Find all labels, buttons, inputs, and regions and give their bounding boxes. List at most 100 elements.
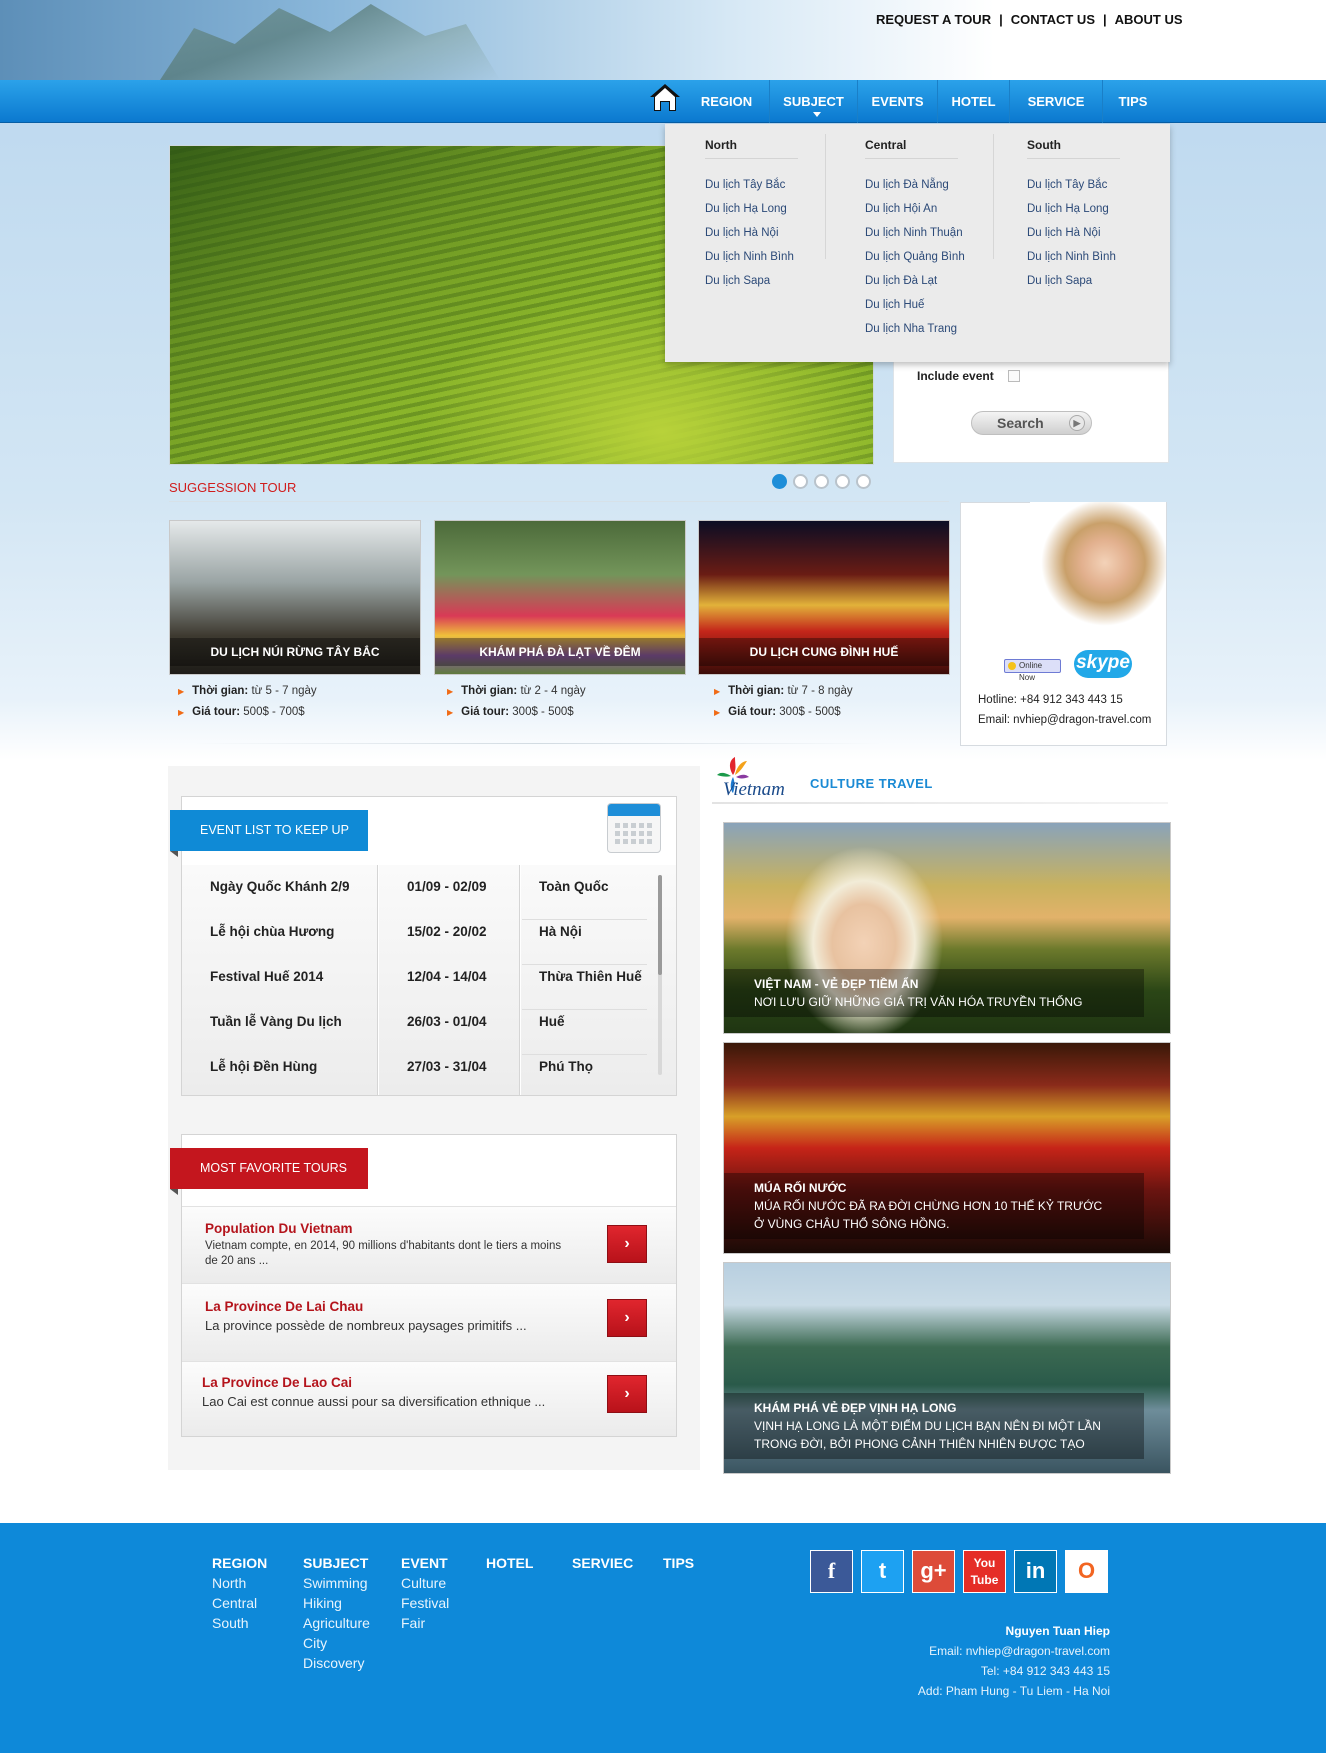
tour-card[interactable]: KHÁM PHÁ ĐÀ LẠT VỀ ĐÊM xyxy=(434,520,686,675)
dropdown-item[interactable]: Du lịch Quảng Bình xyxy=(865,245,965,269)
favorite-tour-title[interactable]: Population Du Vietnam xyxy=(205,1221,353,1236)
footer-link[interactable]: North xyxy=(212,1573,267,1593)
footer-link[interactable]: Festival xyxy=(401,1593,449,1613)
dropdown-item[interactable]: Du lịch Sapa xyxy=(705,269,798,293)
dropdown-item[interactable]: Du lịch Hà Nội xyxy=(705,221,798,245)
contact-email[interactable]: Email: nvhiep@dragon-travel.com xyxy=(860,1641,1110,1661)
slider-dot[interactable] xyxy=(814,474,829,489)
dropdown-item[interactable]: Du lịch Tây Bắc xyxy=(705,173,798,197)
support-contact: Hotline: +84 912 343 443 15 Email: nvhie… xyxy=(978,690,1151,730)
table-row[interactable]: Tuần lễ Vàng Du lịch 26/03 - 01/04 Huế xyxy=(182,1000,652,1045)
dropdown-item[interactable]: Du lịch Hạ Long xyxy=(705,197,798,221)
price-label: Giá tour: xyxy=(728,706,777,718)
dropdown-item[interactable]: Du lịch Nha Trang xyxy=(865,317,965,341)
footer-link[interactable]: Discovery xyxy=(303,1653,370,1673)
linkedin-icon[interactable]: in xyxy=(1014,1550,1057,1593)
dropdown-item[interactable]: Du lịch Hạ Long xyxy=(1027,197,1120,221)
tour-info: ▶ Thời gian: từ 2 - 4 ngày ▶ Giá tour: 300… xyxy=(447,681,586,723)
dropdown-heading: South xyxy=(1027,124,1120,159)
about-us-link[interactable]: ABOUT US xyxy=(1109,12,1189,27)
footer-link[interactable]: Fair xyxy=(401,1613,449,1633)
youtube-icon[interactable]: You Tube xyxy=(963,1550,1006,1593)
slider-dot[interactable] xyxy=(793,474,808,489)
contact-us-link[interactable]: CONTACT US xyxy=(1005,12,1101,27)
email-text: Email: nvhiep@dragon-travel.com xyxy=(978,714,1152,726)
nav-service[interactable]: SERVICE xyxy=(1010,80,1103,123)
culture-card[interactable]: VIỆT NAM - VẺ ĐẸP TIỀM ẨN NƠI LƯU GIỮ NH… xyxy=(723,822,1171,1034)
list-item[interactable]: La Province De Lai Chau La province poss… xyxy=(182,1283,676,1361)
footer-link[interactable]: City xyxy=(303,1633,370,1653)
nav-region[interactable]: REGION xyxy=(684,80,770,123)
contact-name: Nguyen Tuan Hiep xyxy=(1005,1624,1110,1638)
footer-heading[interactable]: HOTEL xyxy=(486,1553,533,1573)
slider-dot[interactable] xyxy=(856,474,871,489)
footer-heading[interactable]: SERVIEC xyxy=(572,1553,633,1573)
dropdown-item[interactable]: Du lịch Huế xyxy=(865,293,965,317)
favorite-tour-title[interactable]: La Province De Lai Chau xyxy=(205,1299,363,1314)
tour-card[interactable]: DU LỊCH CUNG ĐÌNH HUẾ xyxy=(698,520,950,675)
twitter-icon[interactable]: t xyxy=(861,1550,904,1593)
footer-link[interactable]: South xyxy=(212,1613,267,1633)
dropdown-item[interactable]: Du lịch Sapa xyxy=(1027,269,1120,293)
slider-dot[interactable] xyxy=(772,474,787,489)
slider-dot[interactable] xyxy=(835,474,850,489)
card-desc: VỊNH HẠ LONG LÀ MỘT ĐIỂM DU LỊCH BẠN NÊN… xyxy=(754,1419,1101,1451)
footer-contact: Nguyen Tuan Hiep Email: nvhiep@dragon-tr… xyxy=(860,1621,1110,1701)
table-row[interactable]: Lễ hội Đền Hùng 27/03 - 31/04 Phú Thọ xyxy=(182,1045,652,1090)
dropdown-item[interactable]: Du lịch Đà Lạt xyxy=(865,269,965,293)
footer-link[interactable]: Culture xyxy=(401,1573,449,1593)
dropdown-item[interactable]: Du lịch Đà Nẵng xyxy=(865,173,965,197)
skype-icon[interactable]: skype xyxy=(1074,650,1132,678)
chevron-right-icon[interactable]: › xyxy=(607,1299,647,1337)
list-item[interactable]: Population Du Vietnam Vietnam compte, en… xyxy=(182,1206,676,1283)
footer-link[interactable]: Central xyxy=(212,1593,267,1613)
footer-link[interactable]: Hiking xyxy=(303,1593,370,1613)
culture-card[interactable]: KHÁM PHÁ VẺ ĐẸP VỊNH HẠ LONG VỊNH HẠ LON… xyxy=(723,1262,1171,1474)
nav-tips[interactable]: TIPS xyxy=(1103,80,1163,123)
dropdown-item[interactable]: Du lịch Ninh Thuận xyxy=(865,221,965,245)
table-row[interactable]: Lễ hội chùa Hương 15/02 - 20/02 Hà Nội xyxy=(182,910,652,955)
list-item[interactable]: La Province De Lao Cai Lao Cai est connu… xyxy=(182,1361,676,1436)
time-label: Thời gian: xyxy=(728,685,785,697)
home-icon[interactable] xyxy=(648,81,682,113)
chevron-right-icon[interactable]: › xyxy=(607,1225,647,1263)
event-place: Hà Nội xyxy=(539,924,582,939)
dropdown-item[interactable]: Du lịch Ninh Bình xyxy=(705,245,798,269)
footer-link[interactable]: Swimming xyxy=(303,1573,370,1593)
event-date: 27/03 - 31/04 xyxy=(407,1059,487,1074)
favorite-tour-title[interactable]: La Province De Lao Cai xyxy=(202,1375,352,1390)
dropdown-item[interactable]: Du lịch Hà Nội xyxy=(1027,221,1120,245)
event-scrollbar-thumb[interactable] xyxy=(658,875,662,975)
card-caption: MÚA RỐI NƯỚC MÚA RỐI NƯỚC ĐÃ RA ĐỜI CHỪN… xyxy=(724,1173,1144,1239)
top-links: REQUEST A TOUR | CONTACT US | ABOUT US xyxy=(870,12,1189,27)
dropdown-item[interactable]: Du lịch Hội An xyxy=(865,197,965,221)
nav-events[interactable]: EVENTS xyxy=(858,80,938,123)
footer-heading: REGION xyxy=(212,1555,268,1571)
google-plus-icon[interactable]: g+ xyxy=(912,1550,955,1593)
table-row[interactable]: Ngày Quốc Khánh 2/9 01/09 - 02/09 Toàn Q… xyxy=(182,865,652,910)
divider xyxy=(712,802,1168,804)
price-value: 300$ - 500$ xyxy=(509,706,574,718)
arrow-icon: ▶ xyxy=(178,708,185,717)
rss-icon[interactable]: O xyxy=(1065,1550,1108,1593)
include-event-checkbox[interactable] xyxy=(1008,370,1020,382)
dropdown-item[interactable]: Du lịch Ninh Bình xyxy=(1027,245,1120,269)
include-event-label: Include event xyxy=(917,369,994,383)
suggestion-title: SUGGESSION TOUR xyxy=(169,480,297,495)
online-status-badge[interactable]: Online Now xyxy=(1004,659,1061,682)
tour-card[interactable]: DU LỊCH NÚI RỪNG TÂY BẮC xyxy=(169,520,421,675)
request-tour-link[interactable]: REQUEST A TOUR xyxy=(870,12,997,27)
dropdown-item[interactable]: Du lịch Tây Bắc xyxy=(1027,173,1120,197)
table-row[interactable]: Festival Huế 2014 12/04 - 14/04 Thừa Thi… xyxy=(182,955,652,1000)
event-place: Toàn Quốc xyxy=(539,879,609,894)
search-button[interactable]: Search ▶ xyxy=(971,411,1092,435)
footer-heading[interactable]: TIPS xyxy=(663,1553,694,1573)
favorite-tour-desc: La province possède de nombreux paysages… xyxy=(205,1318,527,1333)
time-value: từ 5 - 7 ngày xyxy=(248,685,317,697)
footer-column-subject: SUBJECT Swimming Hiking Agriculture City… xyxy=(303,1553,370,1673)
nav-hotel[interactable]: HOTEL xyxy=(938,80,1010,123)
facebook-icon[interactable]: f xyxy=(810,1550,853,1593)
footer-link[interactable]: Agriculture xyxy=(303,1613,370,1633)
culture-card[interactable]: MÚA RỐI NƯỚC MÚA RỐI NƯỚC ĐÃ RA ĐỜI CHỪN… xyxy=(723,1042,1171,1254)
chevron-right-icon[interactable]: › xyxy=(607,1375,647,1413)
